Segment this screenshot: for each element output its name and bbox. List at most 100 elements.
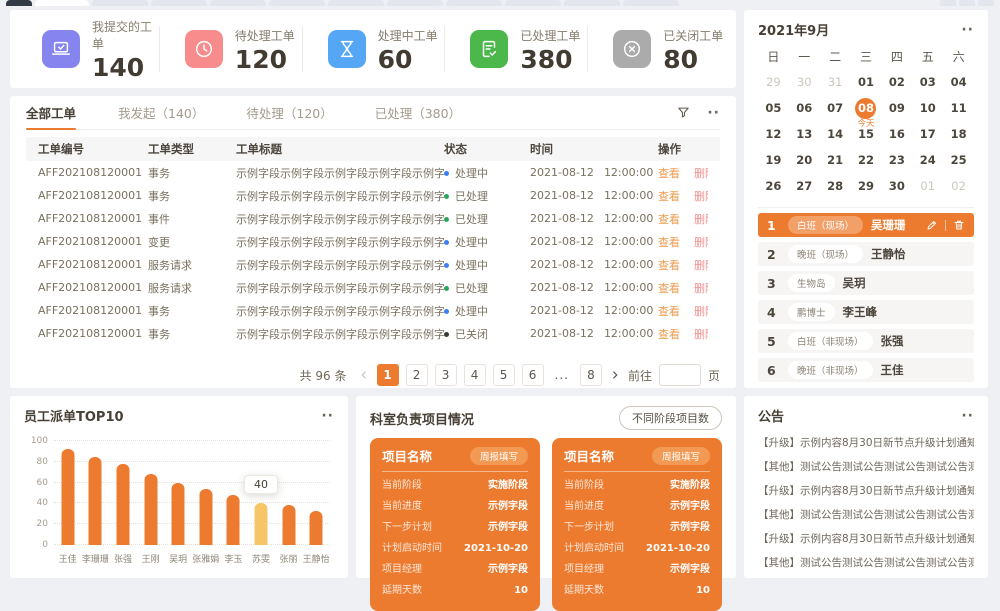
calendar-day[interactable]: 16 <box>881 121 912 147</box>
bar-slot[interactable]: 王佳 <box>54 441 82 545</box>
top-tab-stub[interactable] <box>151 0 207 6</box>
view-link[interactable]: 查看 <box>658 165 680 181</box>
calendar-day[interactable]: 12 <box>758 121 789 147</box>
bar-slot[interactable]: 吴玥 <box>164 441 192 545</box>
delete-link[interactable]: 删除 <box>694 165 708 181</box>
calendar-day[interactable]: 29 <box>851 173 882 199</box>
delete-link[interactable]: 删除 <box>694 303 708 319</box>
calendar-day[interactable]: 11 <box>943 95 974 121</box>
weekly-report-button[interactable]: 周报填写 <box>470 447 528 465</box>
top-control-stub[interactable] <box>940 0 956 6</box>
view-link[interactable]: 查看 <box>658 280 680 296</box>
bar[interactable] <box>144 474 157 545</box>
calendar-day[interactable]: 04 <box>943 69 974 95</box>
view-link[interactable]: 查看 <box>658 211 680 227</box>
bar[interactable] <box>254 503 267 545</box>
top-tab-stub[interactable] <box>446 0 502 6</box>
calendar-day[interactable]: 30 <box>789 69 820 95</box>
calendar-day[interactable]: 25 <box>943 147 974 173</box>
delete-link[interactable]: 删除 <box>694 326 708 342</box>
schedule-row[interactable]: 6 晚班（非现场） 王佳 <box>758 358 974 382</box>
bar-slot[interactable]: 李珊珊 <box>82 441 110 545</box>
delete-link[interactable]: 删除 <box>694 234 708 250</box>
bar-slot[interactable]: 王刚 <box>137 441 165 545</box>
page-button-6[interactable]: 6 <box>522 364 544 386</box>
top-tab-stub[interactable] <box>92 0 148 6</box>
top-control-stub[interactable] <box>959 0 975 6</box>
page-button-4[interactable]: 4 <box>464 364 486 386</box>
more-icon[interactable] <box>321 409 334 423</box>
bar[interactable] <box>89 457 102 545</box>
page-button-3[interactable]: 3 <box>435 364 457 386</box>
bar-slot[interactable]: 张丽 <box>275 441 303 545</box>
tab-workorders-1[interactable]: 我发起（140） <box>118 96 204 129</box>
page-button-1[interactable]: 1 <box>377 364 399 386</box>
calendar-day[interactable]: 09 <box>881 95 912 121</box>
bar[interactable] <box>172 483 185 545</box>
more-icon[interactable] <box>961 23 974 37</box>
weekly-report-button[interactable]: 周报填写 <box>652 447 710 465</box>
bar[interactable] <box>116 464 129 545</box>
calendar-day[interactable]: 24 <box>912 147 943 173</box>
announcement-item[interactable]: 【升级】示例内容8月30日新节点升级计划通知 <box>758 527 974 551</box>
view-link[interactable]: 查看 <box>658 326 680 342</box>
tab-workorders-2[interactable]: 待处理（120） <box>246 96 332 129</box>
top-tab-stub[interactable] <box>387 0 443 6</box>
page-button-2[interactable]: 2 <box>406 364 428 386</box>
top-tab-stub[interactable] <box>623 0 679 6</box>
calendar-day[interactable]: 03 <box>912 69 943 95</box>
calendar-day[interactable]: 07 <box>820 95 851 121</box>
announcement-item[interactable]: 【其他】测试公告测试公告测试公告测试公告测试公告 <box>758 503 974 527</box>
page-button-8[interactable]: 8 <box>580 364 602 386</box>
calendar-day[interactable]: 23 <box>881 147 912 173</box>
calendar-day[interactable]: 22 <box>851 147 882 173</box>
top-tab-stub[interactable] <box>6 0 32 6</box>
top-control-stub[interactable] <box>978 0 994 6</box>
calendar-day[interactable]: 13 <box>789 121 820 147</box>
view-link[interactable]: 查看 <box>658 188 680 204</box>
bar-slot[interactable]: 王静怡 <box>302 441 330 545</box>
goto-page-input[interactable] <box>659 364 701 386</box>
calendar-day[interactable]: 31 <box>820 69 851 95</box>
delete-link[interactable]: 删除 <box>694 188 708 204</box>
schedule-row[interactable]: 5 白班（非现场） 张强 <box>758 329 974 353</box>
bar[interactable] <box>310 511 323 545</box>
schedule-row[interactable]: 3 生物岛 吴玥 <box>758 271 974 295</box>
bar[interactable] <box>282 505 295 545</box>
delete-link[interactable]: 删除 <box>694 257 708 273</box>
announcement-item[interactable]: 【其他】测试公告测试公告测试公告测试公告测试公告 <box>758 455 974 479</box>
tab-workorders-0[interactable]: 全部工单 <box>26 96 76 129</box>
calendar-day[interactable]: 30 <box>881 173 912 199</box>
calendar-day[interactable]: 17 <box>912 121 943 147</box>
calendar-day[interactable]: 05 <box>758 95 789 121</box>
page-button-5[interactable]: 5 <box>493 364 515 386</box>
calendar-day[interactable]: 01 <box>851 69 882 95</box>
bar[interactable] <box>227 495 240 545</box>
calendar-day[interactable]: 02 <box>881 69 912 95</box>
top-tab-stub[interactable] <box>564 0 620 6</box>
top-tab-stub[interactable] <box>35 0 89 6</box>
tab-workorders-3[interactable]: 已处理（380） <box>375 96 461 129</box>
bar-slot[interactable]: 张强 <box>109 441 137 545</box>
prev-page-button[interactable] <box>358 369 370 381</box>
filter-icon[interactable] <box>676 105 691 120</box>
top-tab-stub[interactable] <box>505 0 561 6</box>
calendar-day[interactable]: 06 <box>789 95 820 121</box>
more-icon[interactable] <box>961 409 974 423</box>
delete-link[interactable]: 删除 <box>694 280 708 296</box>
bar-slot[interactable]: 张雅娟 <box>192 441 220 545</box>
bar-slot[interactable]: 40 苏雯 <box>247 441 275 545</box>
page-button-...[interactable]: ... <box>551 364 573 386</box>
announcement-item[interactable]: 【升级】示例内容8月30日新节点升级计划通知 <box>758 479 974 503</box>
trash-icon[interactable] <box>953 219 965 231</box>
delete-link[interactable]: 删除 <box>694 211 708 227</box>
announcement-item[interactable]: 【其他】测试公告测试公告测试公告测试公告测试公告 <box>758 551 974 575</box>
calendar-day[interactable]: 14 <box>820 121 851 147</box>
calendar-day[interactable]: 29 <box>758 69 789 95</box>
view-link[interactable]: 查看 <box>658 303 680 319</box>
calendar-day[interactable]: 20 <box>789 147 820 173</box>
schedule-row[interactable]: 2 晚班（现场） 王静怡 <box>758 242 974 266</box>
bar[interactable] <box>199 489 212 545</box>
calendar-day-today[interactable]: 08今天 <box>851 95 882 121</box>
calendar-day[interactable]: 19 <box>758 147 789 173</box>
